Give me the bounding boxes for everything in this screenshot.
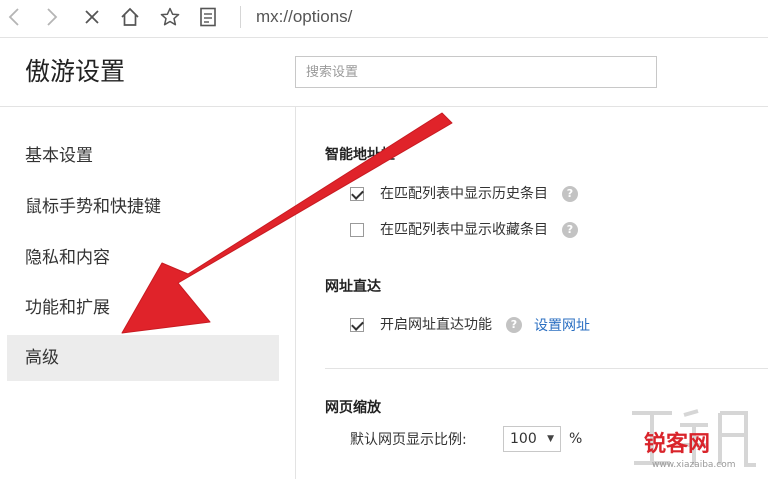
sidebar-item-advanced[interactable]: 高级 — [7, 335, 279, 381]
option-show-history: 在匹配列表中显示历史条目 ? — [350, 184, 578, 204]
zoom-label-text: 默认网页显示比例: — [350, 432, 467, 448]
sidebar-item-gestures-shortcuts[interactable]: 鼠标手势和快捷键 — [7, 184, 279, 230]
option-label: 在匹配列表中显示收藏条目 — [380, 222, 548, 238]
zoom-value: 100 — [510, 431, 537, 447]
notes-icon[interactable] — [196, 6, 220, 28]
section-title-url-direct: 网址直达 — [325, 279, 381, 295]
section-title-zoom: 网页缩放 — [325, 400, 381, 416]
sidebar-divider — [295, 107, 296, 479]
set-url-link[interactable]: 设置网址 — [534, 315, 590, 335]
option-label: 在匹配列表中显示历史条目 — [380, 186, 548, 202]
search-input[interactable] — [295, 56, 657, 88]
watermark-text: 锐客网 — [644, 431, 710, 457]
section-title-smart-address: 智能地址栏 — [325, 147, 395, 163]
header-divider — [0, 106, 768, 107]
section-divider — [325, 368, 768, 369]
home-icon[interactable] — [118, 6, 142, 28]
toolbar-divider — [0, 37, 768, 38]
browser-toolbar: mx://options/ — [0, 0, 768, 34]
help-icon[interactable]: ? — [506, 317, 522, 333]
show-history-checkbox[interactable] — [350, 187, 364, 201]
zoom-unit-row: % — [569, 429, 582, 449]
option-label: 开启网址直达功能 — [380, 317, 492, 333]
zoom-unit: % — [569, 431, 583, 447]
option-show-favorites: 在匹配列表中显示收藏条目 ? — [350, 220, 578, 240]
help-icon[interactable]: ? — [562, 222, 578, 238]
star-icon[interactable] — [158, 6, 182, 28]
watermark-logo: 锐客网 www.xiazaiba.com — [632, 409, 756, 470]
back-icon[interactable] — [2, 6, 26, 28]
show-favorites-checkbox[interactable] — [350, 223, 364, 237]
chevron-down-icon: ▼ — [547, 434, 554, 444]
option-url-direct: 开启网址直达功能 ? 设置网址 — [350, 315, 590, 335]
sidebar-item-features[interactable]: 功能和扩展 — [7, 285, 279, 331]
watermark-url: www.xiazaiba.com — [652, 460, 736, 470]
address-bar[interactable]: mx://options/ — [256, 6, 352, 28]
forward-icon[interactable] — [40, 6, 64, 28]
sidebar-item-privacy[interactable]: 隐私和内容 — [7, 235, 279, 281]
zoom-select[interactable]: 100 ▼ — [503, 426, 561, 452]
url-direct-checkbox[interactable] — [350, 318, 364, 332]
help-icon[interactable]: ? — [562, 186, 578, 202]
page-title: 傲游设置 — [25, 57, 126, 86]
address-separator — [240, 6, 241, 28]
close-icon[interactable] — [80, 6, 104, 28]
zoom-label: 默认网页显示比例: — [350, 429, 467, 449]
sidebar-item-basic[interactable]: 基本设置 — [7, 133, 279, 179]
